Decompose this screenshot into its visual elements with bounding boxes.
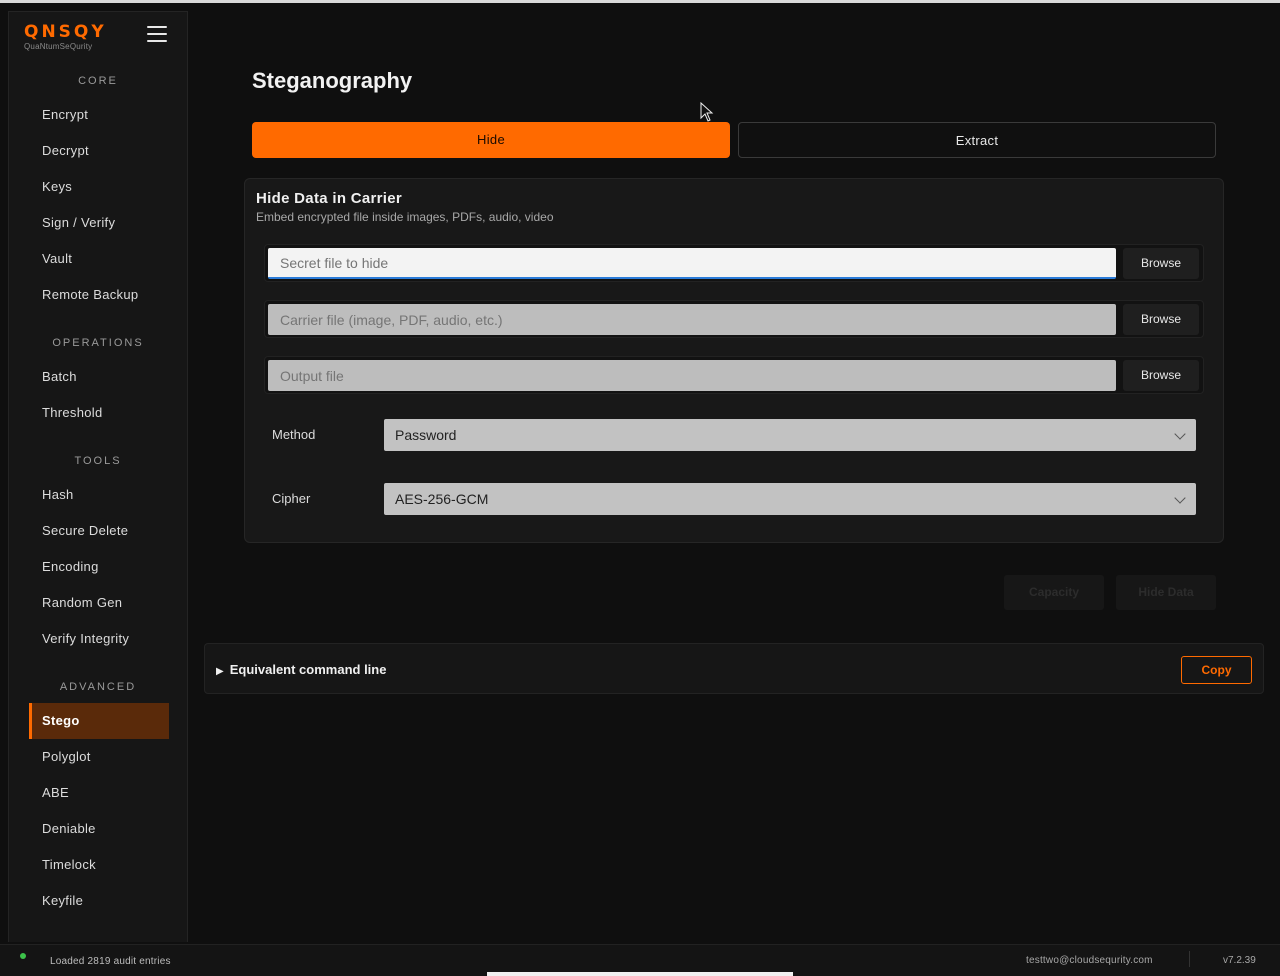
- output-file-input[interactable]: [268, 360, 1116, 391]
- sidebar-item-verify-integrity[interactable]: Verify Integrity: [29, 621, 169, 657]
- copy-button[interactable]: Copy: [1181, 656, 1252, 684]
- status-indicator-icon: [20, 953, 26, 959]
- carrier-file-input[interactable]: [268, 304, 1116, 335]
- sidebar-item-encoding[interactable]: Encoding: [29, 549, 169, 585]
- status-divider: [1189, 951, 1190, 967]
- status-user: testtwo@cloudsequrity.com: [1026, 955, 1153, 966]
- section-label-core: CORE: [78, 75, 118, 87]
- output-file-row: Browse: [264, 356, 1204, 394]
- chevron-down-icon: [1174, 428, 1186, 440]
- panel-subtitle: Embed encrypted file inside images, PDFs…: [256, 210, 554, 224]
- command-line-toggle[interactable]: ▶ Equivalent command line: [216, 662, 386, 677]
- sidebar-item-polyglot[interactable]: Polyglot: [29, 739, 169, 775]
- sidebar-item-random-gen[interactable]: Random Gen: [29, 585, 169, 621]
- status-version: v7.2.39: [1223, 955, 1256, 966]
- sidebar-item-timelock[interactable]: Timelock: [29, 847, 169, 883]
- hide-data-button[interactable]: Hide Data: [1116, 575, 1216, 610]
- method-select[interactable]: Password: [384, 419, 1196, 451]
- output-file-browse-button[interactable]: Browse: [1123, 360, 1199, 391]
- sidebar-item-keys[interactable]: Keys: [29, 169, 169, 205]
- method-label: Method: [272, 427, 316, 442]
- window-top-border: [0, 0, 1280, 3]
- cipher-label: Cipher: [272, 491, 311, 506]
- section-label-tools: TOOLS: [74, 455, 122, 467]
- sidebar-item-secure-delete[interactable]: Secure Delete: [29, 513, 169, 549]
- tab-extract[interactable]: Extract: [738, 122, 1216, 158]
- secret-file-row: Browse: [264, 244, 1204, 282]
- hide-data-panel: Hide Data in Carrier Embed encrypted fil…: [244, 178, 1224, 543]
- section-label-operations: OPERATIONS: [52, 337, 144, 349]
- panel-title: Hide Data in Carrier: [256, 190, 403, 207]
- capacity-button[interactable]: Capacity: [1004, 575, 1104, 610]
- page-title: Steganography: [252, 68, 413, 93]
- section-label-advanced: ADVANCED: [59, 681, 137, 693]
- carrier-file-browse-button[interactable]: Browse: [1123, 304, 1199, 335]
- status-message: Loaded 2819 audit entries: [50, 956, 171, 967]
- sidebar: QNSQY QuaNtumSeQurity CORE Encrypt Decry…: [8, 11, 188, 942]
- menu-toggle-icon[interactable]: [147, 26, 167, 44]
- sidebar-item-deniable[interactable]: Deniable: [29, 811, 169, 847]
- sidebar-item-hash[interactable]: Hash: [29, 477, 169, 513]
- mouse-cursor-icon: [700, 102, 714, 122]
- cipher-select[interactable]: AES-256-GCM: [384, 483, 1196, 515]
- sidebar-item-abe[interactable]: ABE: [29, 775, 169, 811]
- brand-logo: QNSQY QuaNtumSeQurity: [24, 22, 107, 51]
- sidebar-item-stego[interactable]: Stego: [29, 703, 169, 739]
- chevron-down-icon: [1174, 492, 1186, 504]
- cipher-select-value: AES-256-GCM: [395, 491, 489, 507]
- sidebar-item-threshold[interactable]: Threshold: [29, 395, 169, 431]
- carrier-file-row: Browse: [264, 300, 1204, 338]
- sidebar-item-batch[interactable]: Batch: [29, 359, 169, 395]
- secret-file-browse-button[interactable]: Browse: [1123, 248, 1199, 279]
- tab-hide[interactable]: Hide: [252, 122, 730, 158]
- method-select-value: Password: [395, 427, 457, 443]
- secret-file-input[interactable]: [268, 248, 1116, 279]
- taskbar-indicator: [487, 972, 793, 976]
- sidebar-item-sign-verify[interactable]: Sign / Verify: [29, 205, 169, 241]
- sidebar-item-remote-backup[interactable]: Remote Backup: [29, 277, 169, 313]
- logo-text: QNSQY: [24, 22, 107, 42]
- command-line-panel: ▶ Equivalent command line Copy: [204, 643, 1264, 694]
- command-line-label: Equivalent command line: [229, 662, 387, 677]
- expand-triangle-icon: ▶: [216, 666, 224, 677]
- sidebar-item-encrypt[interactable]: Encrypt: [29, 97, 169, 133]
- sidebar-item-decrypt[interactable]: Decrypt: [29, 133, 169, 169]
- logo-tagline: QuaNtumSeQurity: [24, 42, 93, 51]
- main-content: Steganography Hide Extract Hide Data in …: [188, 11, 1280, 942]
- sidebar-item-vault[interactable]: Vault: [29, 241, 169, 277]
- sidebar-item-keyfile[interactable]: Keyfile: [29, 883, 169, 919]
